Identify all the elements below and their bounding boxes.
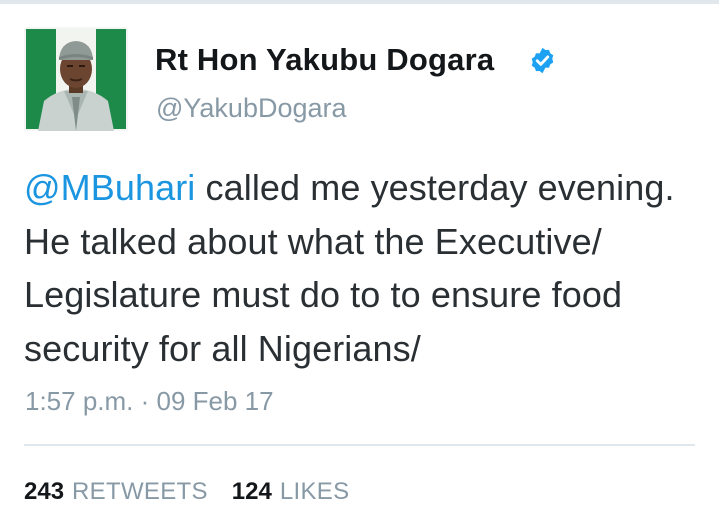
profile-photo-image — [24, 27, 128, 131]
tweet-timestamp[interactable]: 1:57 p.m. · 09 Feb 17 — [25, 386, 274, 417]
author-handle[interactable]: @YakubDogara — [156, 93, 347, 124]
retweets-label: RETWEETS — [72, 478, 208, 505]
retweets-stat[interactable]: 243 RETWEETS — [24, 478, 208, 505]
avatar[interactable] — [24, 27, 128, 131]
mention-link[interactable]: @MBuhari — [24, 167, 195, 208]
tweet-card: Rt Hon Yakubu Dogara @YakubDogara @MBuha… — [0, 0, 719, 532]
verified-badge-icon — [531, 47, 554, 74]
tweet-stats: 243 RETWEETS 124 LIKES — [24, 478, 349, 506]
tweet-text: @MBuhari called me yesterday evening. He… — [24, 161, 704, 375]
likes-label: LIKES — [279, 478, 350, 505]
stats-divider — [24, 444, 695, 446]
likes-count: 124 — [231, 478, 272, 505]
author-display-name[interactable]: Rt Hon Yakubu Dogara — [155, 42, 494, 78]
retweets-count: 243 — [24, 478, 65, 505]
likes-stat[interactable]: 124 LIKES — [232, 478, 350, 505]
